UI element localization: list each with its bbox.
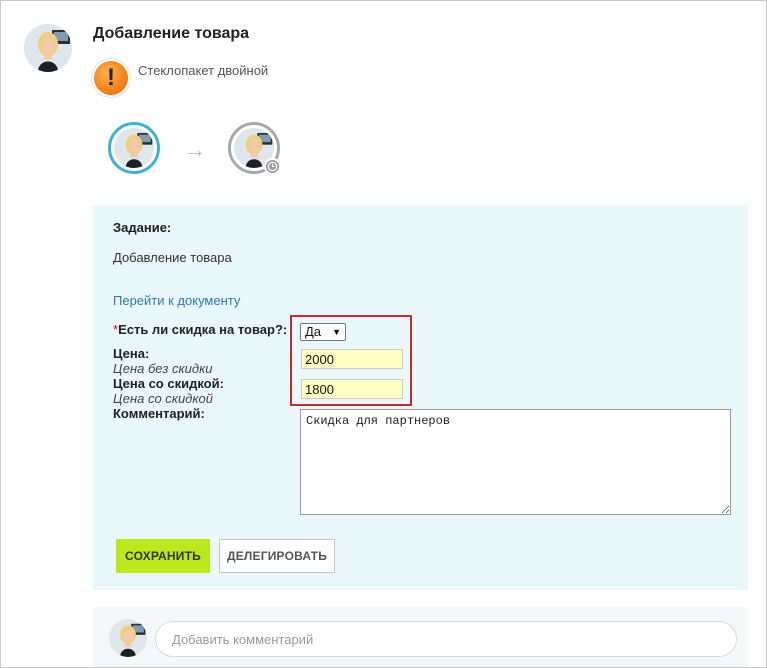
task-card: Добавление товара ! Стеклопакет двойной … — [0, 0, 767, 668]
discount-price-input[interactable] — [301, 379, 403, 399]
product-name: Стеклопакет двойной — [138, 63, 269, 78]
page-title: Добавление товара — [93, 25, 250, 42]
add-comment-input[interactable] — [155, 621, 737, 657]
discount-select[interactable]: Да ▼ — [300, 323, 346, 341]
task-label: Задание: — [113, 220, 172, 235]
price-hint: Цена без скидки — [113, 361, 213, 376]
discount-price-hint: Цена со скидкой — [113, 391, 213, 406]
price-label: Цена: — [113, 346, 150, 361]
discount-question-text: Есть ли скидка на товар?: — [118, 322, 288, 337]
arrow-right-icon: → — [184, 137, 206, 162]
comment-textarea[interactable]: Скидка для партнеров — [300, 409, 731, 515]
workflow-step-active[interactable] — [108, 122, 160, 174]
exclamation-icon: ! — [94, 61, 128, 95]
step-avatar — [114, 128, 154, 168]
save-button[interactable]: Сохранить — [116, 539, 210, 573]
caret-down-icon: ▼ — [332, 327, 341, 337]
discount-select-value: Да — [305, 324, 322, 339]
task-text: Добавление товара — [113, 250, 232, 265]
delegate-button[interactable]: Делегировать — [219, 539, 335, 573]
open-document-link[interactable]: Перейти к документу — [113, 293, 240, 308]
discount-question-label: *Есть ли скидка на товар?: — [113, 322, 287, 337]
discount-price-label: Цена со скидкой: — [113, 376, 224, 391]
commenter-avatar — [109, 619, 147, 657]
price-input[interactable] — [301, 349, 403, 369]
user-avatar — [24, 24, 72, 72]
exclamation-symbol: ! — [107, 64, 115, 91]
comment-label: Комментарий: — [113, 406, 205, 421]
clock-icon — [264, 158, 281, 175]
